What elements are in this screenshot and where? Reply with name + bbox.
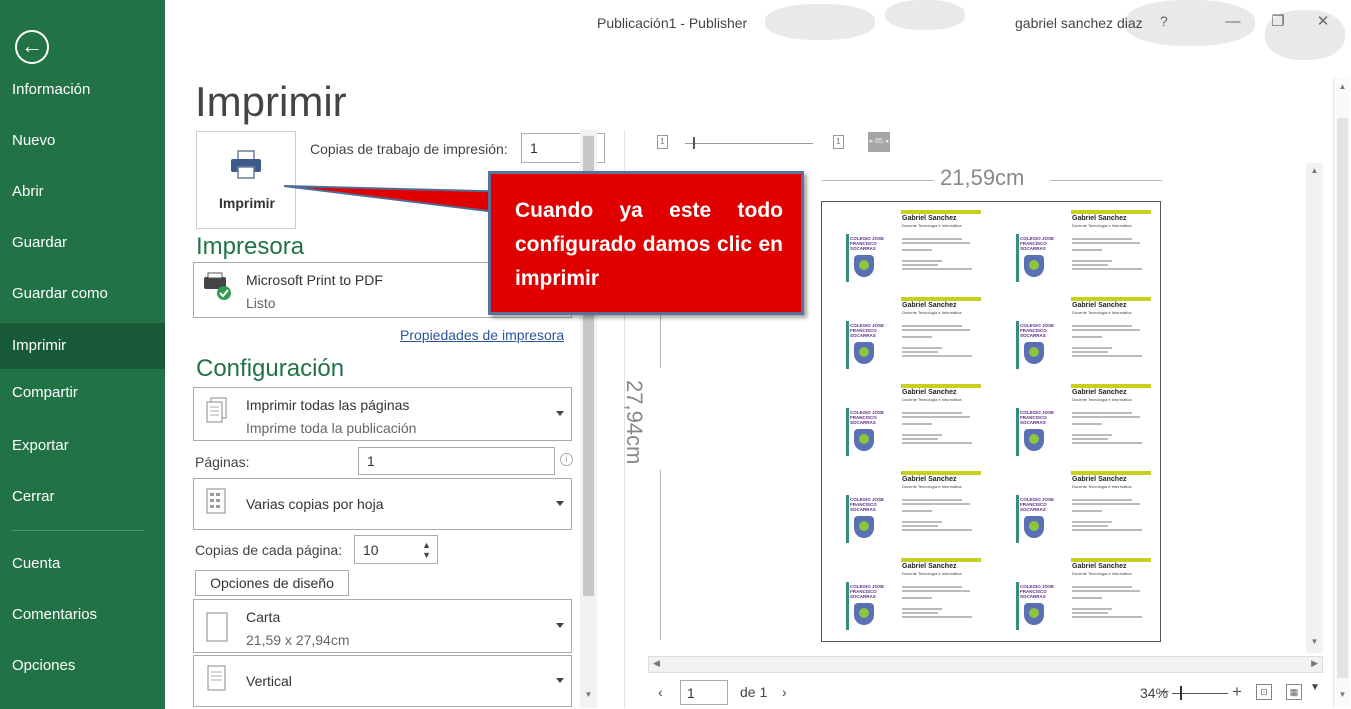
callout-arrow <box>283 185 521 217</box>
publisher-backstage: ← Información Nuevo Abrir Guardar Guarda… <box>0 0 1351 709</box>
callout-text: Cuando ya este todo configurado damos cl… <box>515 199 783 290</box>
instruction-callout: Cuando ya este todo configurado damos cl… <box>488 171 804 315</box>
